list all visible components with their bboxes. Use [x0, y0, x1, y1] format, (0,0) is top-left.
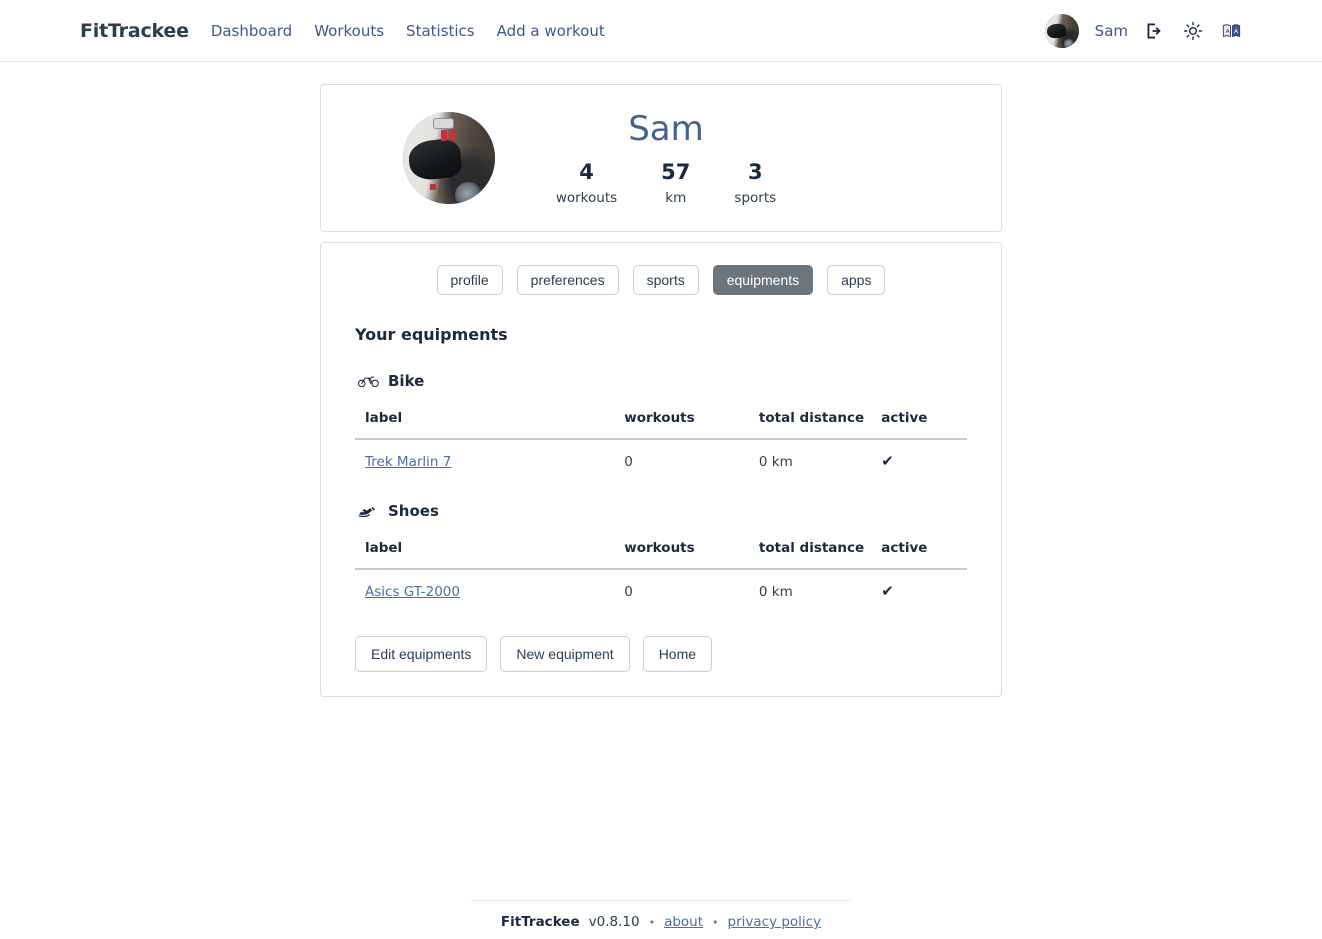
stat-workouts-value: 4 [579, 160, 594, 185]
cell-workouts: 0 [624, 584, 633, 601]
bicycle-icon [357, 372, 379, 390]
equipment-link-trek-marlin-7[interactable]: Trek Marlin 7 [365, 454, 451, 470]
avatar-shape-badge [433, 117, 454, 130]
shoe-icon [357, 502, 379, 520]
app-brand-logo[interactable]: FitTrackee [80, 20, 189, 42]
column-label: label [355, 410, 625, 441]
column-distance: total distance [758, 410, 882, 441]
nav-item-add-workout[interactable]: Add a workout [497, 22, 605, 40]
tab-apps[interactable]: apps [827, 265, 886, 296]
footer-separator: • [712, 915, 719, 929]
nav-item-statistics[interactable]: Statistics [406, 22, 475, 40]
new-equipment-button[interactable]: New equipment [500, 636, 630, 673]
cell-label: Trek Marlin 7 [355, 439, 624, 480]
cell-label: Asics GT-2000 [355, 569, 624, 610]
cell-distance: 0 km [758, 454, 793, 471]
cell-active: ✔ [881, 569, 967, 610]
column-active: active [881, 410, 967, 441]
group-name-shoes: Shoes [388, 502, 439, 521]
nav-item-dashboard[interactable]: Dashboard [211, 22, 292, 40]
profile-info: Sam 4 workouts 57 km 3 sports [495, 109, 837, 206]
home-button[interactable]: Home [642, 636, 713, 673]
table-header-row: label workouts total distance active [355, 540, 967, 571]
tab-preferences[interactable]: preferences [516, 265, 619, 296]
page-title: Sam [628, 109, 704, 150]
avatar-image [1044, 13, 1079, 48]
svg-text:A: A [1234, 28, 1238, 34]
column-label: label [355, 540, 625, 571]
footer-link-privacy-policy[interactable]: privacy policy [728, 914, 822, 930]
section-title: Your equipments [355, 325, 508, 345]
footer-separator: • [648, 915, 656, 929]
group-header: Bike [357, 372, 967, 390]
tab-equipments[interactable]: equipments [712, 265, 814, 296]
avatar-shape-visor [1046, 22, 1067, 39]
nav-username-link[interactable]: Sam [1095, 22, 1128, 40]
stat-sports-value: 3 [747, 160, 763, 185]
profile-stats: 4 workouts 57 km 3 sports [556, 159, 776, 205]
avatar-shape-stripe [440, 130, 448, 141]
footer-version: v0.8.10 [588, 914, 640, 930]
equipments-card: profile preferences sports equipments ap… [320, 242, 1002, 698]
stat-workouts-label: workouts [555, 189, 618, 206]
check-icon: ✔ [881, 582, 894, 601]
avatar-shape-wheel [1063, 39, 1074, 48]
stat-sports: 3 sports [734, 159, 776, 205]
user-menu-area: Sam A A [1044, 13, 1242, 48]
equipment-table-bike: label workouts total distance active Tre… [355, 410, 967, 480]
svg-text:A: A [1225, 28, 1229, 34]
check-icon: ✔ [881, 452, 894, 471]
column-distance: total distance [758, 540, 882, 571]
footer-brand: FitTrackee [500, 914, 580, 930]
profile-summary-card: Sam 4 workouts 57 km 3 sports [320, 84, 1002, 232]
column-workouts: workouts [624, 410, 759, 441]
avatar-shape-visor [406, 137, 462, 181]
stat-distance-label: km [665, 189, 687, 206]
footer-link-about[interactable]: about [664, 914, 703, 930]
group-header: Shoes [357, 502, 967, 520]
top-navigation-bar: FitTrackee Dashboard Workouts Statistics… [0, 0, 1322, 62]
profile-avatar[interactable] [403, 112, 495, 204]
footer-content: FitTrackee v0.8.10 • about • privacy pol… [471, 900, 851, 930]
cell-active: ✔ [881, 439, 967, 480]
tab-sports[interactable]: sports [632, 265, 699, 296]
equipment-link-asics-gt-2000[interactable]: Asics GT-2000 [365, 584, 460, 600]
language-icon[interactable]: A A [1220, 20, 1242, 42]
equipment-actions: Edit equipments New equipment Home [355, 636, 977, 673]
group-name-bike: Bike [388, 372, 425, 391]
avatar[interactable] [1044, 13, 1079, 48]
sun-icon[interactable] [1182, 20, 1204, 42]
stat-distance-value: 57 [661, 160, 691, 185]
profile-tabs: profile preferences sports equipments ap… [345, 265, 977, 296]
edit-equipments-button[interactable]: Edit equipments [355, 636, 488, 673]
nav-item-workouts[interactable]: Workouts [314, 22, 384, 40]
column-active: active [881, 540, 967, 571]
page-footer: FitTrackee v0.8.10 • about • privacy pol… [0, 891, 1322, 939]
tab-profile[interactable]: profile [436, 265, 503, 296]
equipment-group-bike: Bike label workouts total distance activ… [355, 372, 967, 480]
avatar-shape-stripe [429, 183, 437, 191]
cell-distance: 0 km [758, 584, 793, 601]
equipment-group-shoes: Shoes label workouts total distance acti… [355, 502, 967, 610]
table-row: Asics GT-2000 0 0 km ✔ [355, 569, 967, 610]
page-content: Sam 4 workouts 57 km 3 sports profile pr… [0, 62, 1322, 698]
stat-workouts: 4 workouts [556, 159, 617, 205]
stat-sports-label: sports [734, 189, 777, 206]
avatar-shape-stripe [449, 130, 456, 141]
equipment-table-shoes: label workouts total distance active Asi… [355, 540, 967, 610]
column-workouts: workouts [624, 540, 759, 571]
cell-workouts: 0 [624, 454, 633, 471]
main-nav-links: Dashboard Workouts Statistics Add a work… [211, 22, 605, 40]
table-header-row: label workouts total distance active [355, 410, 967, 441]
profile-avatar-image [403, 112, 495, 204]
logout-icon[interactable] [1144, 20, 1166, 42]
stat-distance: 57 km [661, 159, 690, 205]
avatar-shape-wheel [454, 181, 483, 204]
table-row: Trek Marlin 7 0 0 km ✔ [355, 439, 967, 480]
